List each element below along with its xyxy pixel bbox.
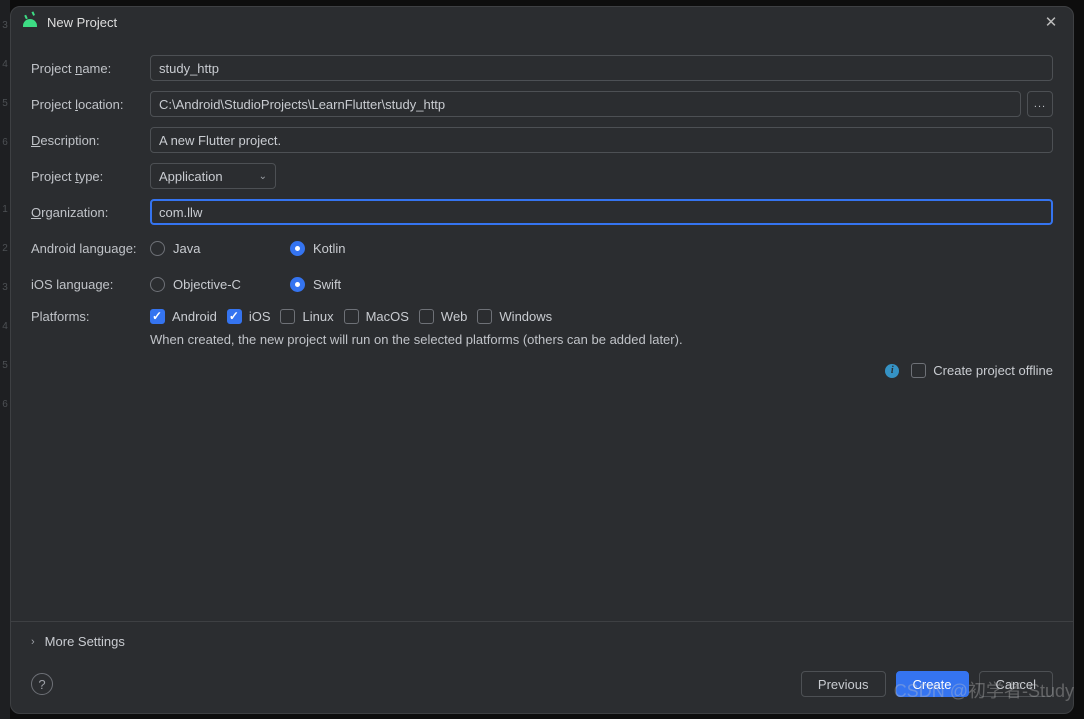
macos-checkbox[interactable] <box>344 309 359 324</box>
web-checkbox[interactable] <box>419 309 434 324</box>
ios-language-label: iOS language: <box>31 277 150 292</box>
titlebar: New Project ✕ <box>11 7 1073 37</box>
swift-radio-label[interactable]: Swift <box>313 277 341 292</box>
web-check-label[interactable]: Web <box>441 309 468 324</box>
organization-input[interactable] <box>150 199 1053 225</box>
ios-checkbox[interactable] <box>227 309 242 324</box>
chevron-right-icon: › <box>31 636 35 648</box>
previous-button[interactable]: Previous <box>801 671 886 697</box>
kotlin-radio-label[interactable]: Kotlin <box>313 241 346 256</box>
button-bar: ? Previous Create Cancel <box>11 661 1073 713</box>
java-radio-label[interactable]: Java <box>173 241 200 256</box>
browse-location-button[interactable]: ... <box>1027 91 1053 117</box>
footer: › More Settings ? Previous Create Cancel <box>11 621 1073 713</box>
project-name-row: Project name: <box>31 51 1053 85</box>
windows-checkbox[interactable] <box>477 309 492 324</box>
platforms-label: Platforms: <box>31 303 150 324</box>
linux-checkbox[interactable] <box>280 309 295 324</box>
kotlin-radio[interactable] <box>290 241 305 256</box>
platforms-row: Platforms: Android iOS Linux <box>31 303 1053 347</box>
description-label: Description: <box>31 133 150 148</box>
project-type-label: Project type: <box>31 169 150 184</box>
android-icon <box>23 17 37 27</box>
project-location-label: Project location: <box>31 97 150 112</box>
project-type-dropdown[interactable]: Application ⌄ <box>150 163 276 189</box>
windows-check-label[interactable]: Windows <box>499 309 552 324</box>
close-button[interactable]: ✕ <box>1041 12 1061 32</box>
info-icon[interactable]: i <box>885 364 899 378</box>
objc-radio-label[interactable]: Objective-C <box>173 277 241 292</box>
new-project-dialog: New Project ✕ Project name: Project loca… <box>10 6 1074 714</box>
project-location-row: Project location: ... <box>31 87 1053 121</box>
project-type-row: Project type: Application ⌄ <box>31 159 1053 193</box>
android-checkbox[interactable] <box>150 309 165 324</box>
android-check-label[interactable]: Android <box>172 309 217 324</box>
swift-radio[interactable] <box>290 277 305 292</box>
dialog-title: New Project <box>47 15 1031 30</box>
offline-checkbox[interactable] <box>911 363 926 378</box>
project-type-value: Application <box>159 169 223 184</box>
linux-check-label[interactable]: Linux <box>302 309 333 324</box>
description-input[interactable] <box>150 127 1053 153</box>
android-language-row: Android language: Java Kotlin <box>31 231 1053 265</box>
help-button[interactable]: ? <box>31 673 53 695</box>
java-radio[interactable] <box>150 241 165 256</box>
editor-line-numbers: 3456123456 <box>0 0 10 719</box>
description-row: Description: <box>31 123 1053 157</box>
offline-row: i Create project offline <box>31 349 1053 378</box>
offline-check-label[interactable]: Create project offline <box>933 363 1053 378</box>
platforms-hint: When created, the new project will run o… <box>150 332 1053 347</box>
ios-language-row: iOS language: Objective-C Swift <box>31 267 1053 301</box>
project-name-input[interactable] <box>150 55 1053 81</box>
macos-check-label[interactable]: MacOS <box>366 309 409 324</box>
chevron-down-icon: ⌄ <box>259 171 267 182</box>
organization-row: Organization: <box>31 195 1053 229</box>
more-settings-label: More Settings <box>45 634 125 649</box>
cancel-button[interactable]: Cancel <box>979 671 1053 697</box>
dialog-content: Project name: Project location: ... Desc… <box>11 37 1073 621</box>
objc-radio[interactable] <box>150 277 165 292</box>
project-location-input[interactable] <box>150 91 1021 117</box>
create-button[interactable]: Create <box>896 671 969 697</box>
project-name-label: Project name: <box>31 61 150 76</box>
android-language-label: Android language: <box>31 241 150 256</box>
more-settings-toggle[interactable]: › More Settings <box>11 622 1073 661</box>
ios-check-label[interactable]: iOS <box>249 309 271 324</box>
organization-label: Organization: <box>31 205 150 220</box>
